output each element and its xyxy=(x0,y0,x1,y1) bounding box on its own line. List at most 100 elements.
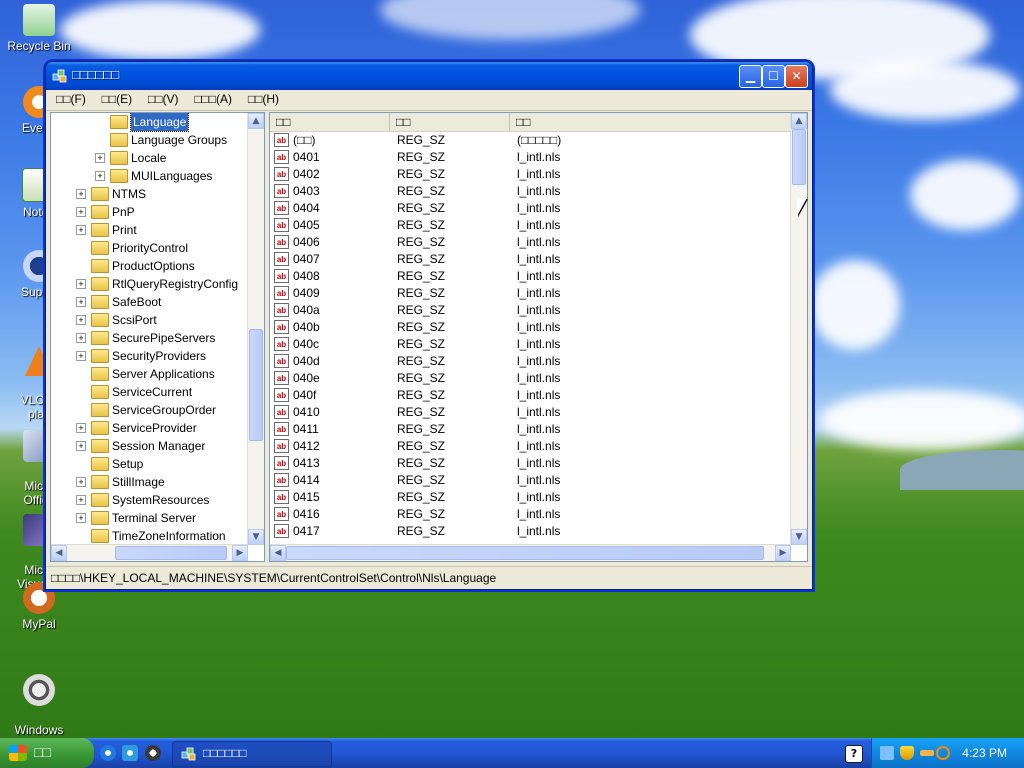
start-label: □□ xyxy=(34,744,51,760)
scroll-thumb[interactable] xyxy=(115,546,227,560)
key-tree-pane[interactable]: Language Language Groups + Locale + MUILangua… xyxy=(50,112,265,562)
scroll-up-button[interactable]: ▲ xyxy=(791,113,807,129)
value-row[interactable]: ab 040b REG_SZ l_intl.nls xyxy=(270,319,790,336)
column-data-header[interactable]: □□ xyxy=(510,113,793,131)
value-row[interactable]: ab 0404 REG_SZ l_intl.nls xyxy=(270,200,790,217)
connection-icon[interactable] xyxy=(920,750,934,756)
scroll-right-button[interactable]: ▶ xyxy=(775,545,791,561)
value-row[interactable]: ab 040a REG_SZ l_intl.nls xyxy=(270,302,790,319)
expand-toggle-icon[interactable]: + xyxy=(76,423,86,433)
expand-toggle-icon[interactable]: + xyxy=(76,189,86,199)
media-quicklaunch-icon[interactable] xyxy=(145,745,161,761)
maximize-button[interactable]: ☐ xyxy=(762,65,785,88)
expand-toggle-icon[interactable]: + xyxy=(95,171,105,181)
scroll-right-button[interactable]: ▶ xyxy=(232,545,248,561)
value-row[interactable]: ab (□□) REG_SZ (□□□□□) xyxy=(270,132,790,149)
value-row[interactable]: ab 0417 REG_SZ l_intl.nls xyxy=(270,523,790,540)
ie-quicklaunch-icon[interactable] xyxy=(100,745,116,761)
expand-toggle-icon[interactable]: + xyxy=(76,351,86,361)
expand-toggle-icon[interactable]: + xyxy=(76,297,86,307)
scroll-down-button[interactable]: ▼ xyxy=(248,529,264,545)
help-icon[interactable]: ? xyxy=(845,745,863,763)
value-row[interactable]: ab 040d REG_SZ l_intl.nls xyxy=(270,353,790,370)
value-data: l_intl.nls xyxy=(517,490,561,504)
expand-toggle-icon[interactable]: + xyxy=(76,513,86,523)
system-tray: 4:23 PM xyxy=(871,738,1024,768)
string-value-icon: ab xyxy=(274,235,289,249)
close-button[interactable]: ✕ xyxy=(785,65,808,88)
desktop-icon-movie-maker[interactable]: Windows Movie Maker xyxy=(0,660,78,738)
list-horizontal-scrollbar[interactable]: ◀ ▶ xyxy=(270,544,791,561)
value-name: 0406 xyxy=(293,235,320,249)
menu-help[interactable]: □□(H) xyxy=(242,90,285,110)
expand-toggle-icon[interactable]: + xyxy=(76,441,86,451)
value-row[interactable]: ab 0416 REG_SZ l_intl.nls xyxy=(270,506,790,523)
clock[interactable]: 4:23 PM xyxy=(962,746,1007,760)
tree-vertical-scrollbar[interactable]: ▲ ▼ xyxy=(247,113,264,545)
security-shield-icon[interactable] xyxy=(900,746,914,760)
scroll-thumb[interactable] xyxy=(792,129,806,185)
value-row[interactable]: ab 0413 REG_SZ l_intl.nls xyxy=(270,455,790,472)
scroll-thumb[interactable] xyxy=(249,329,263,441)
string-value-icon: ab xyxy=(274,337,289,351)
scroll-left-button[interactable]: ◀ xyxy=(51,545,67,561)
value-row[interactable]: ab 0403 REG_SZ l_intl.nls xyxy=(270,183,790,200)
expand-toggle-icon[interactable]: + xyxy=(76,225,86,235)
menu-view[interactable]: □□(V) xyxy=(142,90,185,110)
close-icon: ✕ xyxy=(791,69,802,83)
desktop-icon-recycle-bin[interactable]: Recycle Bin xyxy=(0,4,78,53)
tree-node-label: SafeBoot xyxy=(112,295,162,309)
search-icon[interactable] xyxy=(936,746,950,760)
value-name: 040c xyxy=(293,337,320,351)
value-row[interactable]: ab 0410 REG_SZ l_intl.nls xyxy=(270,404,790,421)
value-row[interactable]: ab 0407 REG_SZ l_intl.nls xyxy=(270,251,790,268)
value-row[interactable]: ab 0406 REG_SZ l_intl.nls xyxy=(270,234,790,251)
tree-node-label: StillImage xyxy=(112,475,165,489)
scroll-up-button[interactable]: ▲ xyxy=(248,113,264,129)
menu-file[interactable]: □□(F) xyxy=(50,90,92,110)
value-row[interactable]: ab 040c REG_SZ l_intl.nls xyxy=(270,336,790,353)
expand-toggle-icon[interactable]: + xyxy=(76,207,86,217)
column-type-header[interactable]: □□ xyxy=(390,113,510,131)
ie-alt-quicklaunch-icon[interactable] xyxy=(122,745,138,761)
string-value-icon: ab xyxy=(274,524,289,538)
maximize-icon: ☐ xyxy=(768,69,779,83)
tree-horizontal-scrollbar[interactable]: ◀ ▶ xyxy=(51,544,248,561)
value-row[interactable]: ab 0415 REG_SZ l_intl.nls xyxy=(270,489,790,506)
scroll-left-button[interactable]: ◀ xyxy=(270,545,286,561)
value-row[interactable]: ab 0414 REG_SZ l_intl.nls xyxy=(270,472,790,489)
column-name-header[interactable]: □□ xyxy=(270,113,390,131)
folder-icon xyxy=(91,223,109,237)
value-type: REG_SZ xyxy=(397,388,446,402)
expand-toggle-icon[interactable]: + xyxy=(76,279,86,289)
expand-toggle-icon[interactable]: + xyxy=(76,333,86,343)
expand-toggle-icon[interactable]: + xyxy=(76,477,86,487)
start-button[interactable]: □□ xyxy=(0,738,94,768)
scroll-thumb[interactable] xyxy=(286,546,764,560)
expand-toggle-icon[interactable]: + xyxy=(76,315,86,325)
menu-favorites[interactable]: □□□(A) xyxy=(188,90,238,110)
value-data: l_intl.nls xyxy=(517,218,561,232)
value-row[interactable]: ab 0405 REG_SZ l_intl.nls xyxy=(270,217,790,234)
values-list-pane[interactable]: □□ □□ □□ ab (□□) REG_SZ (□□□□□) ab 0401 REG_SZ… xyxy=(269,112,808,562)
value-row[interactable]: ab 040e REG_SZ l_intl.nls xyxy=(270,370,790,387)
scroll-down-button[interactable]: ▼ xyxy=(791,529,807,545)
value-row[interactable]: ab 0402 REG_SZ l_intl.nls xyxy=(270,166,790,183)
value-row[interactable]: ab 040f REG_SZ l_intl.nls xyxy=(270,387,790,404)
expand-toggle-icon[interactable]: + xyxy=(95,153,105,163)
taskbar-button-registry[interactable]: □□□□□□ xyxy=(172,741,332,767)
string-value-icon: ab xyxy=(274,286,289,300)
value-row[interactable]: ab 0401 REG_SZ l_intl.nls xyxy=(270,149,790,166)
value-row[interactable]: ab 0408 REG_SZ l_intl.nls xyxy=(270,268,790,285)
value-row[interactable]: ab 0412 REG_SZ l_intl.nls xyxy=(270,438,790,455)
folder-icon xyxy=(91,439,109,453)
minimize-button[interactable]: ▁ xyxy=(739,65,762,88)
network-icon[interactable] xyxy=(880,746,894,760)
value-name: 0403 xyxy=(293,184,320,198)
value-row[interactable]: ab 0409 REG_SZ l_intl.nls xyxy=(270,285,790,302)
menu-edit[interactable]: □□(E) xyxy=(96,90,139,110)
expand-toggle-icon[interactable]: + xyxy=(76,495,86,505)
title-bar[interactable]: □□□□□□ ▁ ☐ ✕ xyxy=(46,62,812,90)
value-row[interactable]: ab 0411 REG_SZ l_intl.nls xyxy=(270,421,790,438)
list-vertical-scrollbar[interactable]: ▲ ▼ xyxy=(790,113,807,545)
